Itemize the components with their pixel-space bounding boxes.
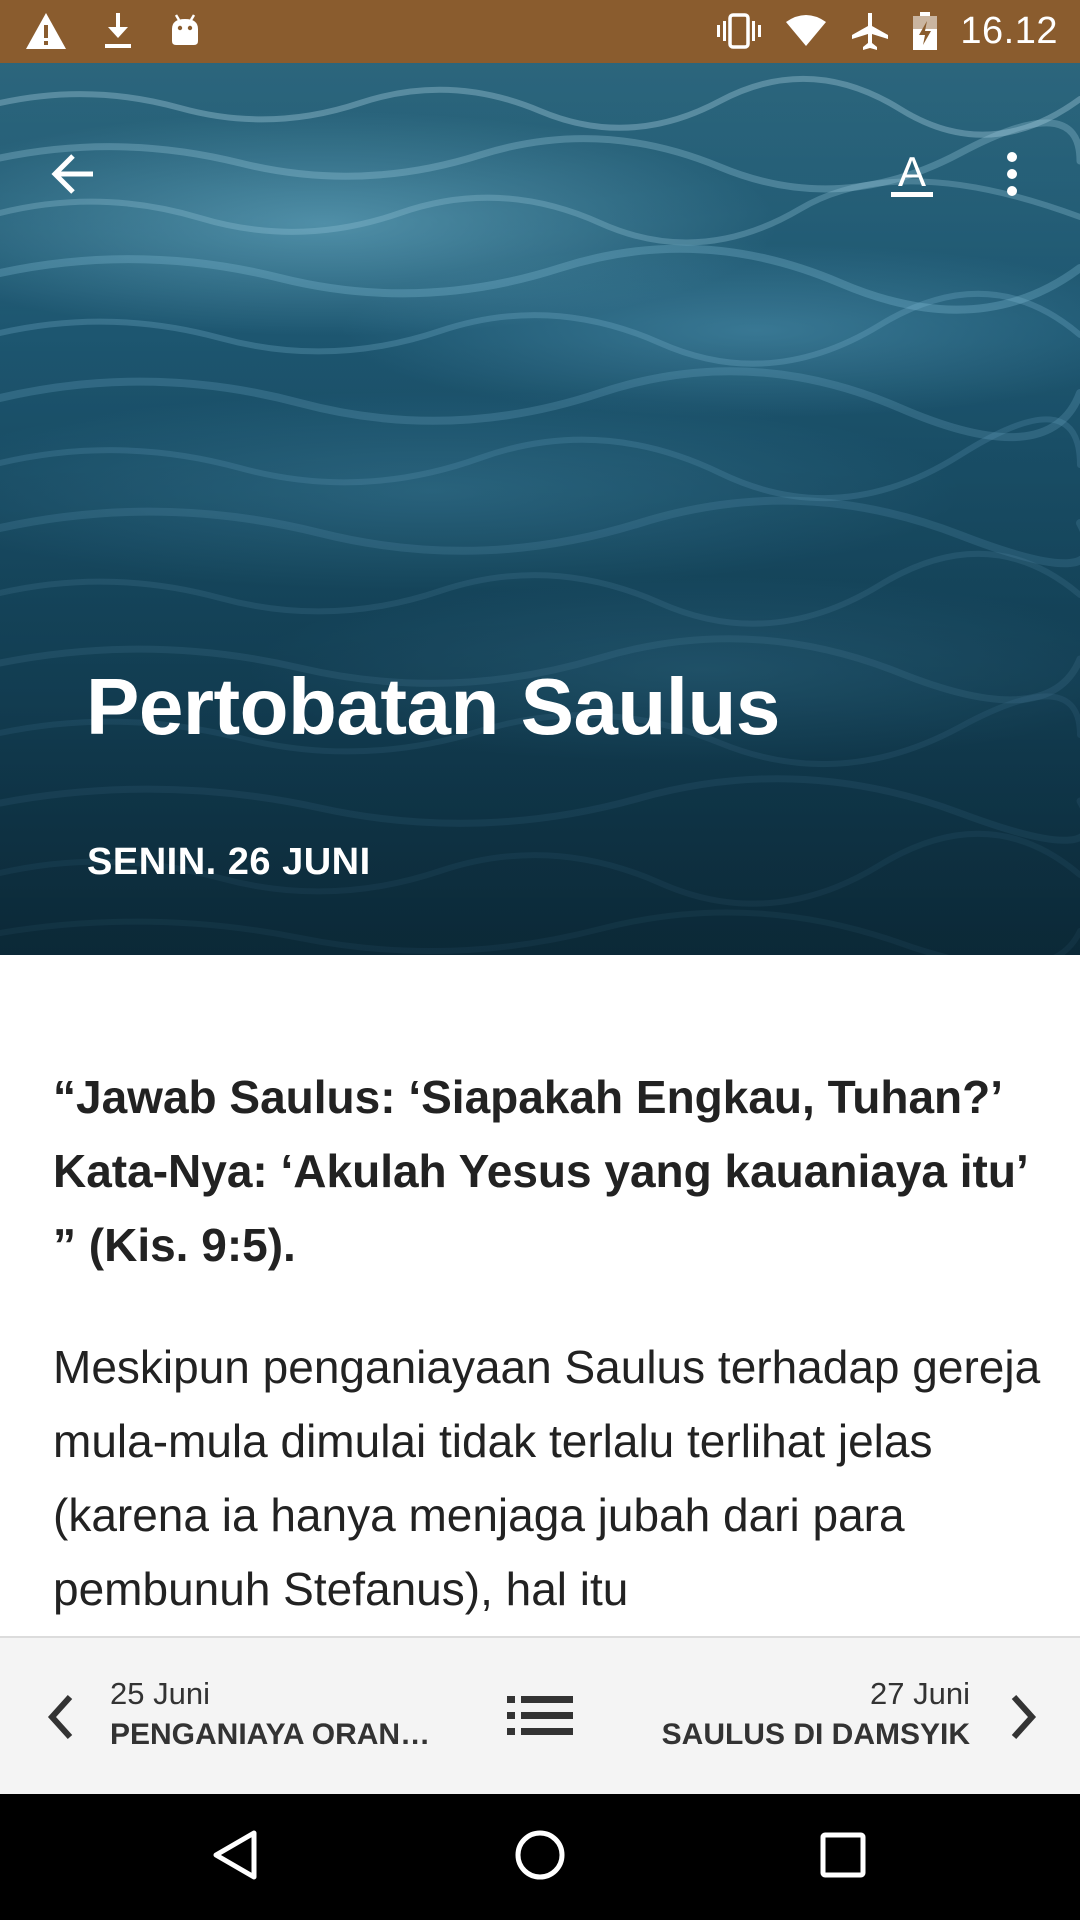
status-time: 16.12 [960, 9, 1058, 52]
table-of-contents-button[interactable] [500, 1680, 580, 1756]
status-icons-right: 16.12 [716, 8, 1058, 54]
arrow-back-icon [49, 152, 97, 201]
lesson-date: SENIN. 26 JUNI [87, 841, 371, 883]
chevron-left-icon [44, 1691, 76, 1748]
more-options-button[interactable] [982, 135, 1042, 217]
airplane-icon [850, 11, 890, 51]
system-recent-apps-button[interactable] [798, 1812, 888, 1902]
page-title: Pertobatan Saulus [86, 662, 780, 751]
status-bar: 16.12 [0, 0, 1080, 63]
nav-home-icon [514, 1829, 566, 1886]
more-vert-icon [1004, 151, 1020, 202]
body-paragraph: Meskipun penganiayaan Saulus terhadap ge… [53, 1341, 1041, 1615]
vibrate-icon [716, 13, 762, 49]
reading-content: “Jawab Saulus: ‘Siapakah Engkau, Tuhan?’… [0, 955, 1080, 1636]
font-size-icon: A [887, 148, 937, 205]
next-lesson-date: 27 Juni [870, 1676, 970, 1711]
system-home-button[interactable] [495, 1812, 585, 1902]
svg-text:A: A [898, 148, 926, 195]
previous-lesson-button[interactable]: 25 Juni PENGANIAYA ORAN… [30, 1638, 450, 1796]
previous-lesson-date: 25 Juni [110, 1676, 210, 1711]
warning-icon [24, 11, 68, 51]
battery-icon [912, 11, 938, 51]
download-icon [102, 11, 134, 51]
lesson-navigation: 25 Juni PENGANIAYA ORAN… 27 Juni SAULUS … [0, 1636, 1080, 1794]
memory-verse: “Jawab Saulus: ‘Siapakah Engkau, Tuhan?’… [53, 1071, 1027, 1271]
android-icon [168, 13, 202, 49]
font-size-button[interactable]: A [868, 135, 956, 217]
previous-lesson-title: PENGANIAYA ORAN… [110, 1718, 431, 1751]
chevron-right-icon [1008, 1691, 1040, 1748]
back-button[interactable] [32, 135, 114, 217]
hero-header: A Pertobatan Saulus SENIN. 26 JUNI [0, 63, 1080, 955]
next-lesson-title: SAULUS DI DAMSYIK [661, 1718, 970, 1751]
list-icon [507, 1695, 573, 1741]
system-back-button[interactable] [190, 1812, 280, 1902]
status-icons-left [24, 8, 202, 54]
next-lesson-button[interactable]: 27 Juni SAULUS DI DAMSYIK [640, 1638, 1060, 1796]
nav-back-icon [212, 1829, 258, 1886]
nav-recent-icon [820, 1832, 866, 1883]
wifi-icon [784, 14, 828, 48]
system-navigation-bar [0, 1794, 1080, 1920]
